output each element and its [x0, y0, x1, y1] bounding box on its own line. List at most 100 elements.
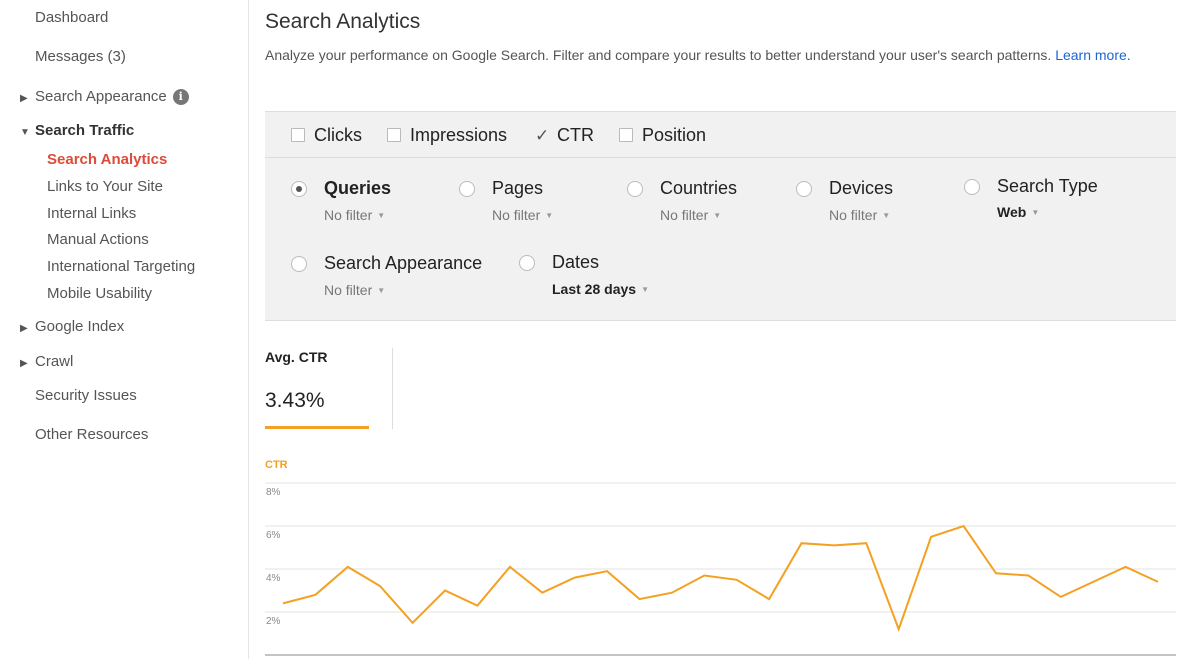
ctr-data-point[interactable]	[961, 523, 967, 529]
sidebar-item-security-issues[interactable]: Security Issues	[35, 387, 137, 404]
filter-value: Web	[997, 204, 1027, 220]
metric-label: Position	[642, 125, 707, 145]
radio-unselected-icon[interactable]	[627, 181, 643, 197]
ctr-data-point[interactable]	[993, 570, 999, 576]
sidebar-item-international-targeting[interactable]: International Targeting	[47, 258, 195, 275]
page-description: Analyze your performance on Google Searc…	[265, 47, 1165, 64]
filter-dropdown[interactable]: Web ▼	[997, 204, 1039, 220]
avg-ctr-label: Avg. CTR	[265, 349, 328, 365]
filter-value: No filter	[324, 207, 373, 223]
ctr-data-point[interactable]	[442, 588, 448, 594]
ctr-data-point[interactable]	[636, 596, 642, 602]
checkbox-unchecked-icon[interactable]	[387, 128, 401, 142]
sidebar-item-dashboard[interactable]: Dashboard	[35, 9, 108, 26]
filter-dropdown[interactable]: No filter ▼	[660, 207, 721, 223]
ctr-data-point[interactable]	[734, 577, 740, 583]
sidebar-item-google-index[interactable]: ▶ Google Index	[20, 318, 124, 335]
radio-unselected-icon[interactable]	[964, 179, 980, 195]
dimension-label: Pages	[492, 178, 544, 198]
filter-value: No filter	[660, 207, 709, 223]
ctr-data-point[interactable]	[474, 603, 480, 609]
sidebar: Dashboard Messages (3) ▶ Search Appearanc…	[0, 0, 249, 659]
ctr-data-point[interactable]	[572, 575, 578, 581]
filter-value: No filter	[492, 207, 541, 223]
ctr-data-point[interactable]	[701, 572, 707, 578]
learn-more-link[interactable]: Learn more.	[1055, 47, 1130, 63]
radio-unselected-icon[interactable]	[291, 256, 307, 272]
dimension-label: Search Appearance	[324, 253, 483, 273]
y-tick-label: 4%	[266, 573, 281, 584]
dimension-label: Queries	[324, 178, 392, 198]
description-text: Analyze your performance on Google Searc…	[265, 47, 1052, 63]
ctr-data-point[interactable]	[766, 596, 772, 602]
dropdown-arrow-icon: ▼	[641, 285, 649, 294]
sidebar-item-label: Google Index	[35, 318, 125, 335]
filter-dropdown[interactable]: No filter ▼	[324, 207, 385, 223]
ctr-data-point[interactable]	[604, 568, 610, 574]
metric-position[interactable]: Position	[619, 125, 706, 146]
chart-title: CTR	[265, 459, 288, 471]
avg-ctr-underline	[265, 426, 369, 429]
ctr-data-point[interactable]	[928, 534, 934, 540]
metric-impressions[interactable]: Impressions	[387, 125, 507, 146]
filter-value: Last 28 days	[552, 281, 637, 297]
radio-unselected-icon[interactable]	[796, 181, 812, 197]
sidebar-item-search-traffic[interactable]: ▼ Search Traffic	[20, 122, 134, 139]
checkbox-unchecked-icon[interactable]	[291, 128, 305, 142]
ctr-data-point[interactable]	[799, 540, 805, 546]
ctr-data-point[interactable]	[345, 564, 351, 570]
ctr-data-point[interactable]	[377, 583, 383, 589]
dimension-label: Dates	[552, 252, 600, 272]
ctr-data-point[interactable]	[1123, 564, 1129, 570]
sidebar-item-search-analytics[interactable]: Search Analytics	[47, 151, 167, 168]
ctr-data-point[interactable]	[1025, 572, 1031, 578]
ctr-data-point[interactable]	[1090, 579, 1096, 585]
filter-value: No filter	[829, 207, 878, 223]
metric-selector-bar: Clicks Impressions ✓ CTR Position	[265, 111, 1176, 158]
ctr-data-point[interactable]	[831, 542, 837, 548]
dropdown-arrow-icon: ▼	[377, 286, 386, 295]
stat-divider	[392, 348, 393, 429]
sidebar-item-crawl[interactable]: ▶ Crawl	[20, 353, 73, 370]
dimension-filter-panel: Queries No filter ▼ Pages No filter ▼ Coun…	[265, 158, 1176, 321]
filter-dropdown[interactable]: Last 28 days ▼	[552, 281, 649, 297]
radio-selected-icon[interactable]	[291, 181, 307, 197]
dimension-label: Countries	[660, 178, 738, 198]
sidebar-item-mobile-usability[interactable]: Mobile Usability	[47, 285, 152, 302]
filter-dropdown[interactable]: No filter ▼	[492, 207, 553, 223]
checkmark-icon[interactable]: ✓	[535, 126, 551, 146]
ctr-data-point[interactable]	[863, 540, 869, 546]
ctr-data-point[interactable]	[280, 600, 286, 606]
ctr-data-point[interactable]	[896, 626, 902, 632]
sidebar-item-label: Search Traffic	[35, 122, 135, 139]
sidebar-item-internal-links[interactable]: Internal Links	[47, 205, 136, 222]
checkbox-unchecked-icon[interactable]	[619, 128, 633, 142]
radio-unselected-icon[interactable]	[519, 255, 535, 271]
ctr-data-point[interactable]	[507, 564, 513, 570]
filter-dropdown[interactable]: No filter ▼	[324, 282, 385, 298]
sidebar-item-messages[interactable]: Messages (3)	[35, 48, 126, 65]
ctr-data-point[interactable]	[539, 590, 545, 596]
ctr-data-point[interactable]	[410, 620, 416, 626]
radio-unselected-icon[interactable]	[459, 181, 475, 197]
page-title: Search Analytics	[265, 10, 421, 33]
info-icon[interactable]: i	[172, 89, 189, 105]
y-tick-label: 8%	[266, 487, 281, 498]
dropdown-arrow-icon: ▼	[1031, 208, 1040, 217]
caret-right-icon: ▶	[20, 358, 28, 369]
sidebar-item-search-appearance[interactable]: ▶ Search Appearance i	[20, 88, 189, 105]
ctr-data-point[interactable]	[669, 590, 675, 596]
ctr-data-point[interactable]	[1058, 594, 1064, 600]
ctr-data-point[interactable]	[1155, 579, 1161, 585]
metric-ctr[interactable]: ✓ CTR	[535, 125, 594, 146]
sidebar-item-other-resources[interactable]: Other Resources	[35, 426, 148, 443]
sidebar-item-links-to-your-site[interactable]: Links to Your Site	[47, 178, 163, 195]
metric-label: Impressions	[410, 125, 508, 145]
filter-dropdown[interactable]: No filter ▼	[829, 207, 890, 223]
dropdown-arrow-icon: ▼	[377, 211, 386, 220]
ctr-data-point[interactable]	[312, 592, 318, 598]
metric-label: CTR	[557, 125, 594, 145]
sidebar-item-manual-actions[interactable]: Manual Actions	[47, 231, 149, 248]
caret-right-icon: ▶	[20, 93, 28, 104]
metric-clicks[interactable]: Clicks	[291, 125, 362, 146]
